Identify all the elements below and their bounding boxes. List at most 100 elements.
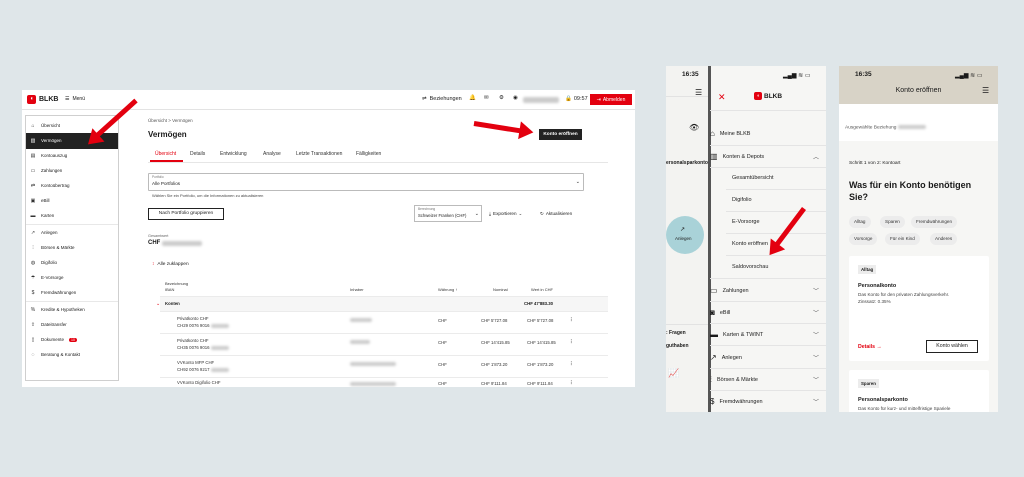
currency-select[interactable]: Berechnung Schweizer Franken (CHF) ⌄ <box>414 205 482 222</box>
anlegen-label: Anlegen <box>675 236 692 241</box>
chevron-down-icon[interactable]: ﹀ <box>813 286 819 295</box>
chevron-up-icon[interactable]: ︿ <box>813 152 819 161</box>
details-link[interactable]: Details → <box>858 344 882 350</box>
chevron-down-icon[interactable]: ﹀ <box>813 375 819 384</box>
sidebar-item-karten[interactable]: ▬ Karten <box>26 208 118 224</box>
tab-faelligkeiten[interactable]: Fälligkeiten <box>356 151 381 157</box>
more-options-icon[interactable]: ⋮ <box>569 317 573 323</box>
tab-entwicklung[interactable]: Entwicklung <box>220 151 247 157</box>
submenu-item-gesamtuebersicht[interactable]: Gesamtübersicht <box>732 175 774 181</box>
menu-item-karten-twint[interactable]: ▬ Karten & TWINT <box>710 330 826 339</box>
col-header-currency[interactable]: Währung ↑ <box>438 287 457 292</box>
row-name: VVKonto MFP CHF <box>177 360 215 365</box>
sidebar-item-kontouebertrag[interactable]: ⇄ Kontoübertrag <box>26 178 118 194</box>
account-card-personalkonto[interactable]: Alltag Personalkonto Das Konto für den p… <box>849 256 989 361</box>
relations-button[interactable]: ⇌ Beziehungen <box>422 96 462 102</box>
divider <box>666 96 710 97</box>
tab-details[interactable]: Details <box>190 151 205 157</box>
collapse-all-button[interactable]: ↕ Alle zuklappen <box>152 262 189 267</box>
dollar-icon: $ <box>710 397 715 406</box>
export-button[interactable]: ⤓ Exportieren ⌄ <box>489 211 522 217</box>
menu-button[interactable]: ☰ Menü <box>65 96 85 102</box>
account-card-personalsparkonto[interactable]: Sparen Personalsparkonto Das Konto für k… <box>849 370 989 412</box>
breadcrumb[interactable]: Übersicht > Vermögen <box>148 118 193 123</box>
table-row[interactable]: Privatkonto CHF CH29 0076 9016 CHF CHF 5… <box>22 312 635 333</box>
user-icon[interactable]: ◉ <box>513 95 518 101</box>
tab-analyse[interactable]: Analyse <box>263 151 281 157</box>
col-header-value[interactable]: Wert in CHF <box>531 287 553 292</box>
table-row[interactable]: VVKonto Digifolio CHF CHF CHF 9'111.84 C… <box>22 378 635 387</box>
menu-item-zahlungen[interactable]: ▭ Zahlungen <box>710 286 826 295</box>
divider <box>710 390 826 391</box>
menu-item-meine-blkb[interactable]: ⌂ Meine BLKB <box>710 129 826 138</box>
chevron-down-icon: ⌄ <box>518 211 523 216</box>
group-name: Konten <box>165 301 180 306</box>
sidebar-item-kontoauszug[interactable]: ▤ Kontoauszug <box>26 148 118 164</box>
blkb-logo[interactable]: ◖ BLKB <box>27 95 58 104</box>
sidebar-item-label: Karten <box>41 213 55 219</box>
currency-select-value: Schweizer Franken (CHF) <box>418 213 467 218</box>
question-heading: Was für ein Konto benötigen Sie? <box>849 180 972 202</box>
chip-sparen[interactable]: Sparen <box>880 216 905 228</box>
sidebar-item-evorsorge[interactable]: ☂ E-Vorsorge <box>26 270 118 286</box>
menu-item-fremdwaehrungen[interactable]: $ Fremdwährungen <box>710 397 826 406</box>
portfolio-select[interactable]: Portfolio Alle Portfolios ⌄ <box>148 173 584 191</box>
chevron-down-icon[interactable]: ﹀ <box>813 330 819 339</box>
table-row[interactable]: Privatkonto CHF CH35 0076 9016 CHF CHF 1… <box>22 334 635 355</box>
more-options-icon[interactable]: ⋮ <box>569 380 573 386</box>
open-account-button[interactable]: Konto eröffnen <box>539 129 582 140</box>
hamburger-icon[interactable]: ☰ <box>982 86 989 95</box>
logout-icon: ⇥ <box>596 96 601 103</box>
chevron-down-icon: ⌄ <box>575 179 580 185</box>
eye-icon[interactable]: 👁 <box>689 123 699 132</box>
col-header-name: Bezeichnung <box>165 281 189 286</box>
brand-name: BLKB <box>39 96 59 103</box>
logout-button[interactable]: ⇥ Abmelden <box>590 94 632 105</box>
bell-icon[interactable]: 🔔 <box>469 95 476 101</box>
menu-label: Menü <box>72 96 85 102</box>
sidebar-item-anlegen[interactable]: ↗ Anlegen <box>26 225 118 241</box>
group-row-konten[interactable]: ⌄ Konten CHF 47'883.30 <box>156 297 608 311</box>
submenu-item-digifolio[interactable]: Digifolio <box>732 197 752 203</box>
background-page: 16:35 ☰ 👁 ersonalsparkonto ↗ Anlegen : F… <box>666 66 710 412</box>
sidebar-item-digifolio[interactable]: ◍ Digifolio <box>26 255 118 271</box>
submenu-item-konto-eroeffnen[interactable]: Konto eröffnen <box>732 241 768 247</box>
tab-letzte-transaktionen[interactable]: Letzte Transaktionen <box>296 151 342 157</box>
menu-item-ebill[interactable]: ◙ eBill <box>710 308 826 317</box>
settings-icon[interactable]: ⚙ <box>499 95 504 101</box>
relation-label-text: Ausgewählte Beziehung <box>845 125 897 131</box>
table-row[interactable]: VVKonto MFP CHF CH92 0076 9217 CHF CHF 1… <box>22 356 635 377</box>
sidebar-item-ebill[interactable]: ▣ eBill <box>26 193 118 209</box>
submenu-item-evorsorge[interactable]: E-Vorsorge <box>732 219 760 225</box>
menu-item-konten-depots[interactable]: ▥ Konten & Depots <box>710 152 826 161</box>
col-header-holder[interactable]: Inhaber <box>350 287 364 292</box>
menu-item-boersen-maerkte[interactable]: ⫶ Börsen & Märkte <box>710 375 826 385</box>
choose-account-button[interactable]: Konto wählen <box>926 340 978 353</box>
sidebar-item-boersen[interactable]: ⫶ Börsen & Märkte <box>26 240 118 256</box>
group-by-portfolio-button[interactable]: Nach Portfolio gruppieren <box>148 208 224 220</box>
total-label: Gesamtwert <box>148 234 169 238</box>
row-nominal: CHF 1'873.20 <box>481 362 508 367</box>
sidebar-item-zahlungen[interactable]: ▭ Zahlungen <box>26 163 118 179</box>
chevron-down-icon[interactable]: ﹀ <box>813 397 819 406</box>
col-header-nominal[interactable]: Nominal <box>493 287 508 292</box>
more-options-icon[interactable]: ⋮ <box>569 361 573 367</box>
relation-bar[interactable]: Ausgewählte Beziehung <box>839 104 998 141</box>
menu-item-anlegen[interactable]: ↗ Anlegen <box>710 353 826 362</box>
more-options-icon[interactable]: ⋮ <box>569 339 573 345</box>
close-icon[interactable]: ✕ <box>718 92 726 103</box>
tab-uebersicht[interactable]: Übersicht <box>155 151 176 157</box>
chip-vorsorge[interactable]: Vorsorge <box>849 233 878 245</box>
mail-icon[interactable]: ✉ <box>484 95 489 101</box>
chevron-down-icon[interactable]: ﹀ <box>813 308 819 317</box>
refresh-button[interactable]: ↻ Aktualisieren <box>540 211 572 217</box>
anlegen-circle[interactable]: ↗ Anlegen <box>666 216 704 254</box>
chip-fuer-ein-kind[interactable]: Für ein Kind <box>885 233 920 245</box>
chip-fremdwaehrungen[interactable]: Fremdwährungen <box>911 216 958 228</box>
chip-anderes[interactable]: Anderes <box>930 233 958 245</box>
submenu-item-saldovorschau[interactable]: Saldovorschau <box>732 264 768 270</box>
chevron-down-icon[interactable]: ﹀ <box>813 353 819 362</box>
sidebar-item-fremdwaehrungen[interactable]: $ Fremdwährungen <box>26 285 118 301</box>
chip-alltag[interactable]: Alltag <box>849 216 871 228</box>
sidebar-item-label: Kontoauszug <box>41 153 68 159</box>
